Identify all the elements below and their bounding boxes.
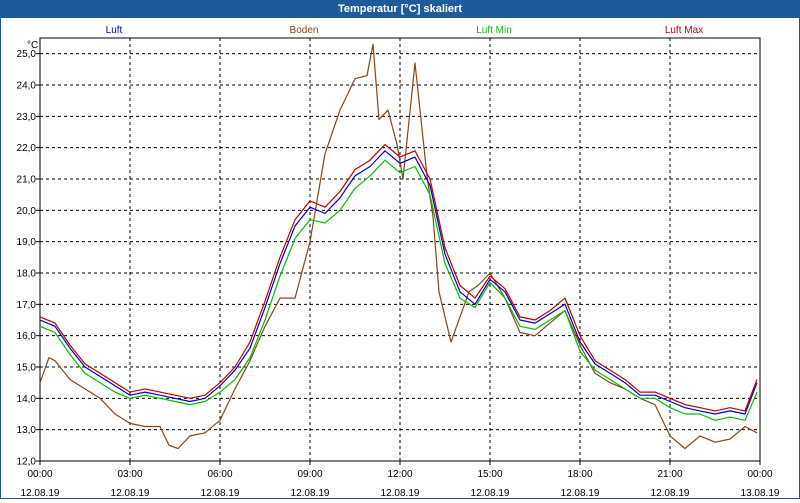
- y-tick-label: 20,0: [17, 206, 37, 217]
- legend-boden: Boden: [290, 25, 319, 36]
- y-tick-label: 15,0: [17, 363, 37, 374]
- grid-lines: [40, 38, 760, 462]
- x-tick-time: 15:00: [477, 469, 502, 480]
- x-tick-time: 06:00: [207, 469, 232, 480]
- y-tick-label: 22,0: [17, 143, 37, 154]
- y-tick-label: 24,0: [17, 81, 37, 92]
- series-lines: [39, 43, 758, 450]
- x-tick-time: 18:00: [567, 469, 592, 480]
- chart-frame: 12,0 13,0 14,0 15,0 16,0 17,0 18,0 19,0 20,0 21,0…: [0, 18, 800, 499]
- series-line-luft-max: [39, 143, 758, 412]
- x-tick-date: 12.08.19: [291, 488, 330, 498]
- y-tick-label: 14,0: [17, 394, 37, 405]
- x-tick-date: 12.08.19: [471, 488, 510, 498]
- x-tick-date: 13.08.19: [741, 488, 780, 498]
- y-tick-label: 18,0: [17, 269, 37, 280]
- y-tick-label: 19,0: [17, 237, 37, 248]
- y-tick-label: 17,0: [17, 300, 37, 311]
- x-tick-time: 09:00: [297, 469, 322, 480]
- legend: Luft Boden Luft Min Luft Max: [106, 25, 704, 36]
- series-line-boden: [39, 43, 758, 450]
- axes: 12,0 13,0 14,0 15,0 16,0 17,0 18,0 19,0 20,0 21,0…: [17, 37, 780, 499]
- x-tick-date: 12.08.19: [651, 488, 690, 498]
- window-title: Temperatur [°C] skaliert: [0, 0, 800, 18]
- y-tick-label: 21,0: [17, 175, 37, 186]
- x-tick-time: 03:00: [117, 469, 142, 480]
- x-tick-time: 00:00: [27, 469, 52, 480]
- x-tick-time: 00:00: [747, 469, 772, 480]
- y-axis-unit: °C: [27, 40, 38, 51]
- legend-luft-min: Luft Min: [476, 25, 512, 36]
- y-tick-label: 16,0: [17, 331, 37, 342]
- x-tick-date: 12.08.19: [561, 488, 600, 498]
- y-tick-label: 13,0: [17, 425, 37, 436]
- x-tick-date: 12.08.19: [201, 488, 240, 498]
- chart-window: Temperatur [°C] skaliert 12,0 13,0 14,0 15,…: [0, 0, 800, 500]
- y-tick-label: 23,0: [17, 112, 37, 123]
- x-tick-date: 12.08.19: [21, 488, 60, 498]
- legend-luft: Luft: [106, 25, 123, 36]
- y-tick-label: 12,0: [17, 457, 37, 468]
- legend-luft-max: Luft Max: [665, 25, 703, 36]
- x-tick-date: 12.08.19: [111, 488, 150, 498]
- x-tick-time: 12:00: [387, 469, 412, 480]
- temperature-chart: 12,0 13,0 14,0 15,0 16,0 17,0 18,0 19,0 20,0 21,0…: [17, 25, 780, 499]
- x-tick-date: 12.08.19: [381, 488, 420, 498]
- series-line-luft-min: [39, 159, 758, 421]
- x-tick-time: 21:00: [657, 469, 682, 480]
- series-line-luft: [39, 150, 758, 415]
